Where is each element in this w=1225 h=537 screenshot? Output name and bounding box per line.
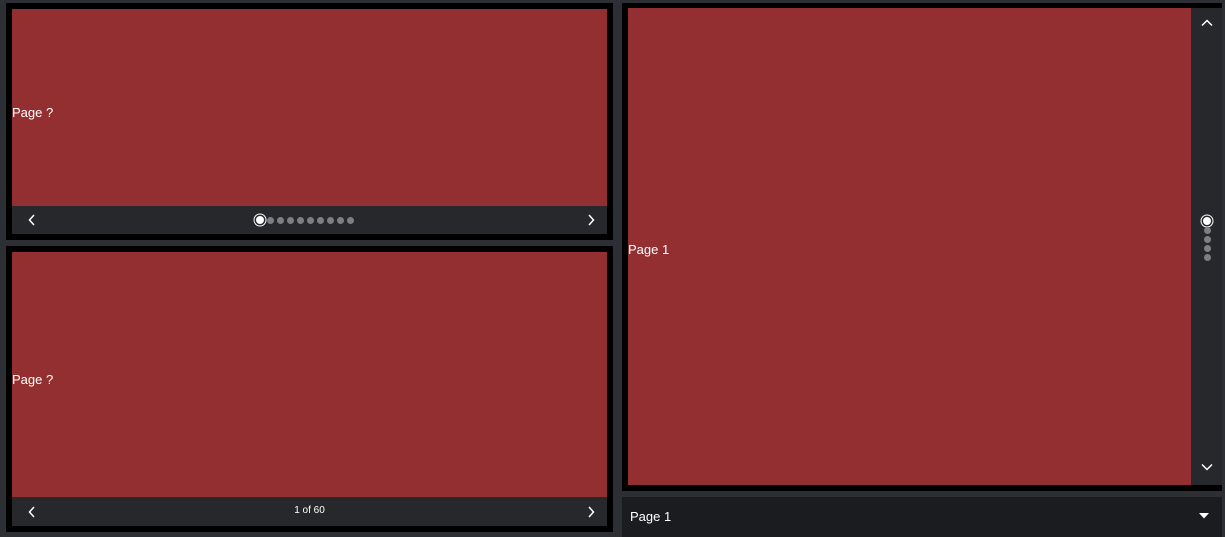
carousel-top-nav-bar <box>12 206 607 234</box>
carousel-top-dot-6[interactable] <box>307 216 314 224</box>
carousel-top-dot-pager <box>256 216 354 224</box>
chevron-left-icon <box>28 214 35 226</box>
carousel-top-dot-4[interactable] <box>287 216 294 224</box>
carousel-bottom-page-counter: 1 of 60 <box>294 505 325 516</box>
carousel-top-dot-10[interactable] <box>347 216 354 224</box>
carousel-bottom-nav-bar: 1 of 60 <box>12 497 607 526</box>
carousel-vertical-dot-1[interactable] <box>1203 217 1211 225</box>
carousel-vertical-dot-2[interactable] <box>1203 227 1211 234</box>
carousel-top-page: Page ? <box>12 9 607 206</box>
chevron-right-icon <box>588 505 595 518</box>
carousel-top-next-button[interactable] <box>576 206 606 234</box>
carousel-bottom-next-button[interactable] <box>576 497 606 526</box>
carousel-top-dot-5[interactable] <box>297 216 304 224</box>
carousel-top-prev-button[interactable] <box>17 206 47 234</box>
carousel-vertical-dot-pager <box>1203 217 1211 261</box>
carousel-vertical: Page 1 <box>622 3 1222 491</box>
carousel-vertical-nav-bar <box>1191 8 1222 485</box>
carousel-top-dot-9[interactable] <box>337 216 344 224</box>
carousel-top-dot-8[interactable] <box>327 216 334 224</box>
caret-down-icon <box>1199 513 1209 519</box>
carousel-vertical-down-button[interactable] <box>1191 449 1222 485</box>
carousel-top-dot-1[interactable] <box>256 216 264 224</box>
carousel-vertical-page: Page 1 <box>628 8 1191 485</box>
page-select-value: Page 1 <box>630 509 672 524</box>
carousel-top-dot-3[interactable] <box>277 216 284 224</box>
carousel-bottom-page: Page ? <box>12 252 607 497</box>
carousel-top-dot-7[interactable] <box>317 216 324 224</box>
carousel-vertical-up-button[interactable] <box>1191 8 1222 38</box>
carousel-vertical-dot-5[interactable] <box>1203 254 1211 261</box>
chevron-down-icon <box>1200 463 1213 471</box>
carousel-vertical-dot-4[interactable] <box>1203 245 1211 252</box>
carousel-top-page-label: Page ? <box>12 105 54 120</box>
carousel-top-dot-2[interactable] <box>267 216 274 224</box>
carousel-bottom-page-label: Page ? <box>12 372 54 387</box>
chevron-right-icon <box>588 214 595 226</box>
page-select-dropdown[interactable]: Page 1 <box>622 497 1222 537</box>
carousel-bottom: Page ? 1 of 60 <box>6 246 613 532</box>
chevron-up-icon <box>1200 19 1213 27</box>
carousel-vertical-dot-3[interactable] <box>1203 236 1211 243</box>
carousel-top: Page ? <box>6 3 613 240</box>
carousel-vertical-page-label: Page 1 <box>628 242 670 257</box>
